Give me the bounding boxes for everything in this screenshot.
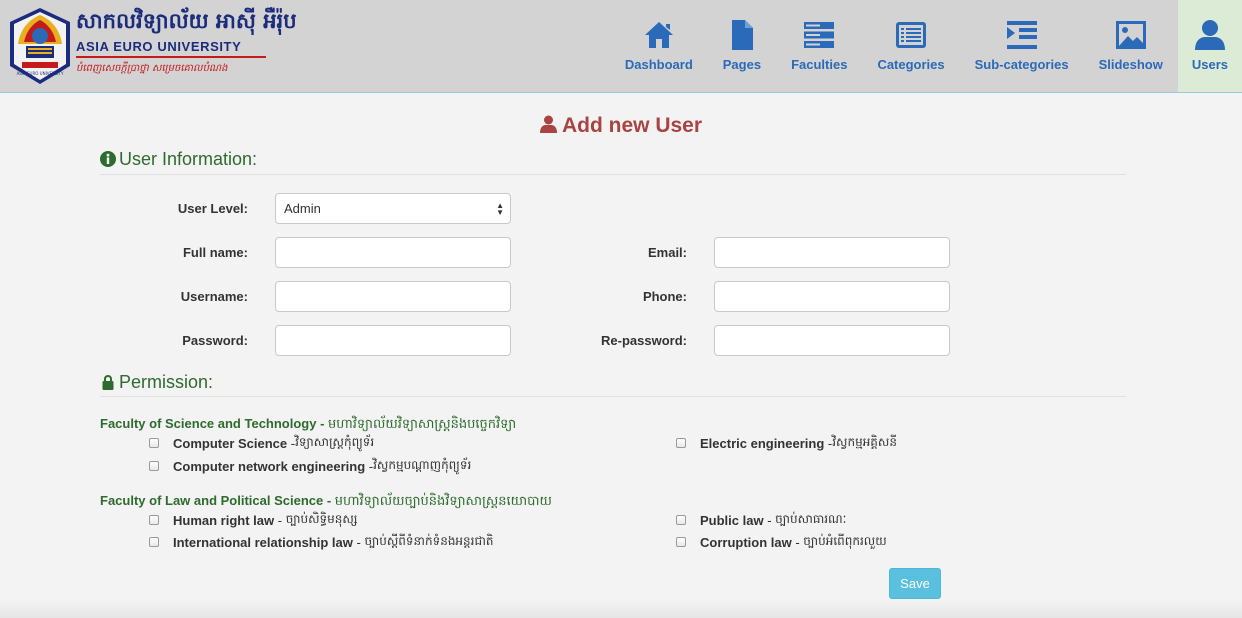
- permission-label-khmer: ច្បាប់សិទ្ធិមនុស្ស: [285, 512, 358, 526]
- email-input[interactable]: [714, 237, 950, 268]
- username-label: Username:: [180, 289, 248, 304]
- permission-label: Corruption law: [700, 534, 792, 550]
- svg-text:ASIA EURO UNIVERSITY: ASIA EURO UNIVERSITY: [17, 71, 64, 76]
- nav-slideshow-label: Slideshow: [1098, 57, 1163, 72]
- permission-checkbox[interactable]: [149, 461, 159, 471]
- faculty-name: Faculty of Science and Technology: [100, 416, 317, 431]
- nav-slideshow[interactable]: Slideshow: [1084, 0, 1178, 92]
- phone-input[interactable]: [714, 281, 950, 312]
- nav-dashboard-label: Dashboard: [624, 57, 693, 72]
- server-icon: [804, 22, 835, 48]
- username-input[interactable]: [275, 281, 511, 312]
- permission-checkbox[interactable]: [149, 438, 159, 448]
- permission-label-khmer: វិទ្យាសាស្ត្រកុំព្យូទ័រ: [295, 435, 375, 449]
- user-level-label: User Level:: [177, 201, 248, 216]
- nav-categories-label: Categories: [877, 57, 945, 72]
- nav-faculties[interactable]: Faculties: [776, 0, 862, 92]
- faculty-heading: Faculty of Law and Political Science - ម…: [100, 493, 552, 509]
- page-bottom-shadow: [0, 600, 1242, 618]
- repassword-label: Re-password:: [601, 333, 687, 348]
- nav-users-label: Users: [1191, 57, 1228, 72]
- permission-label: Electric engineering: [700, 435, 825, 451]
- permission-item: Public law - ច្បាប់សាធារណៈ: [676, 511, 846, 529]
- nav-pages-label: Pages: [722, 57, 762, 72]
- indent-icon: [1006, 21, 1037, 49]
- permission-item: Computer Science - វិទ្យាសាស្ត្រកុំព្យូទ័…: [149, 434, 374, 452]
- permission-checkbox[interactable]: [676, 515, 686, 525]
- home-icon: [644, 22, 673, 48]
- password-label: Password:: [182, 333, 248, 348]
- permission-checkbox[interactable]: [149, 515, 159, 525]
- permission-checkbox[interactable]: [676, 537, 686, 547]
- section-divider: [100, 174, 1126, 175]
- nav-pages[interactable]: Pages: [708, 0, 776, 92]
- permission-item: Corruption law - ច្បាប់អំពើពុករលួយ: [676, 533, 887, 551]
- brand-divider: [76, 56, 266, 58]
- permission-heading: Permission:: [100, 372, 213, 393]
- permission-heading-text: Permission:: [119, 372, 214, 392]
- list-alt-icon: [896, 22, 927, 48]
- nav-faculties-label: Faculties: [791, 57, 848, 72]
- user-level-select[interactable]: Admin ▲ ▼: [275, 193, 511, 224]
- permission-item: Electric engineering - វិស្វកម្មអគ្គិសនី: [676, 434, 897, 452]
- header: ASIA EURO UNIVERSITY សាកលវិទ្យាល័យ អាស៊ី…: [0, 0, 1242, 93]
- permission-label: Computer network engineering: [173, 458, 366, 474]
- permission-label-khmer: ច្បាប់សាធារណៈ: [775, 512, 847, 526]
- file-icon: [731, 20, 753, 50]
- permission-label: Computer Science: [173, 435, 288, 451]
- nav-users[interactable]: Users: [1177, 0, 1242, 92]
- full-name-input[interactable]: [275, 237, 511, 268]
- user-information-heading-text: User Information:: [119, 149, 258, 169]
- repassword-input[interactable]: [714, 325, 950, 356]
- permission-label-khmer: វិស្វកម្មបណ្តាញកុំព្យូទ័រ: [373, 458, 472, 472]
- permission-label-khmer: ច្បាប់អំពើពុករលួយ: [803, 534, 887, 548]
- password-input[interactable]: [275, 325, 511, 356]
- user-icon: [1194, 20, 1225, 50]
- full-name-label: Full name:: [182, 245, 248, 260]
- permission-label: International relationship law: [173, 534, 353, 550]
- user-icon: [539, 115, 557, 133]
- university-logo[interactable]: ASIA EURO UNIVERSITY: [8, 6, 72, 86]
- permission-item: Human right law - ច្បាប់សិទ្ធិមនុស្ស: [149, 511, 357, 529]
- select-arrows-icon: ▲ ▼: [496, 201, 504, 217]
- picture-icon: [1115, 21, 1146, 49]
- faculty-name-khmer: មហាវិទ្យាល័យវិទ្យាសាស្ត្រនិងបច្ចេកវិទ្យា: [328, 417, 517, 432]
- permission-label-khmer: វិស្វកម្មអគ្គិសនី: [832, 435, 897, 449]
- permission-label-khmer: ច្បាប់ស្តីពីទំនាក់ទំនងអន្តរជាតិ: [364, 534, 494, 548]
- brand-slogan: បំពេញសេចក្តីប្រាថ្នា សម្រេចគោលបំណង: [76, 63, 228, 74]
- faculty-name-khmer: មហាវិទ្យាល័យច្បាប់និងវិទ្យាសាស្ត្រនយោបាយ: [334, 494, 552, 509]
- save-button[interactable]: Save: [889, 568, 941, 599]
- phone-label: Phone:: [642, 289, 687, 304]
- nav-categories[interactable]: Categories: [862, 0, 959, 92]
- permission-checkbox[interactable]: [676, 438, 686, 448]
- nav-dashboard[interactable]: Dashboard: [610, 0, 708, 92]
- lock-icon: [102, 375, 114, 390]
- email-label: Email:: [647, 245, 687, 260]
- brand-english-name: ASIA EURO UNIVERSITY: [76, 39, 242, 54]
- page-title-text: Add new User: [561, 114, 703, 137]
- section-divider: [100, 396, 1126, 397]
- nav-sub-categories-label: Sub-categories: [974, 57, 1069, 72]
- permission-label: Public law: [700, 512, 764, 528]
- permission-checkbox[interactable]: [149, 537, 159, 547]
- faculty-name: Faculty of Law and Political Science: [100, 493, 324, 508]
- main-nav: Dashboard Pages Faculties Categories Sub…: [610, 0, 1242, 92]
- brand-khmer-name: សាកលវិទ្យាល័យ អាស៊ី អឺរ៉ុប: [76, 9, 297, 33]
- permission-label: Human right law: [173, 512, 275, 528]
- user-information-heading: User Information:: [100, 149, 257, 170]
- info-circle-icon: [100, 151, 116, 167]
- user-level-selected-value: Admin: [284, 201, 321, 216]
- permission-item: Computer network engineering - វិស្វកម្មប…: [149, 457, 471, 475]
- nav-sub-categories[interactable]: Sub-categories: [960, 0, 1084, 92]
- page-title: Add new User: [0, 114, 1242, 138]
- faculty-heading: Faculty of Science and Technology - មហាវ…: [100, 416, 517, 432]
- permission-item: International relationship law - ច្បាប់ស…: [149, 533, 494, 551]
